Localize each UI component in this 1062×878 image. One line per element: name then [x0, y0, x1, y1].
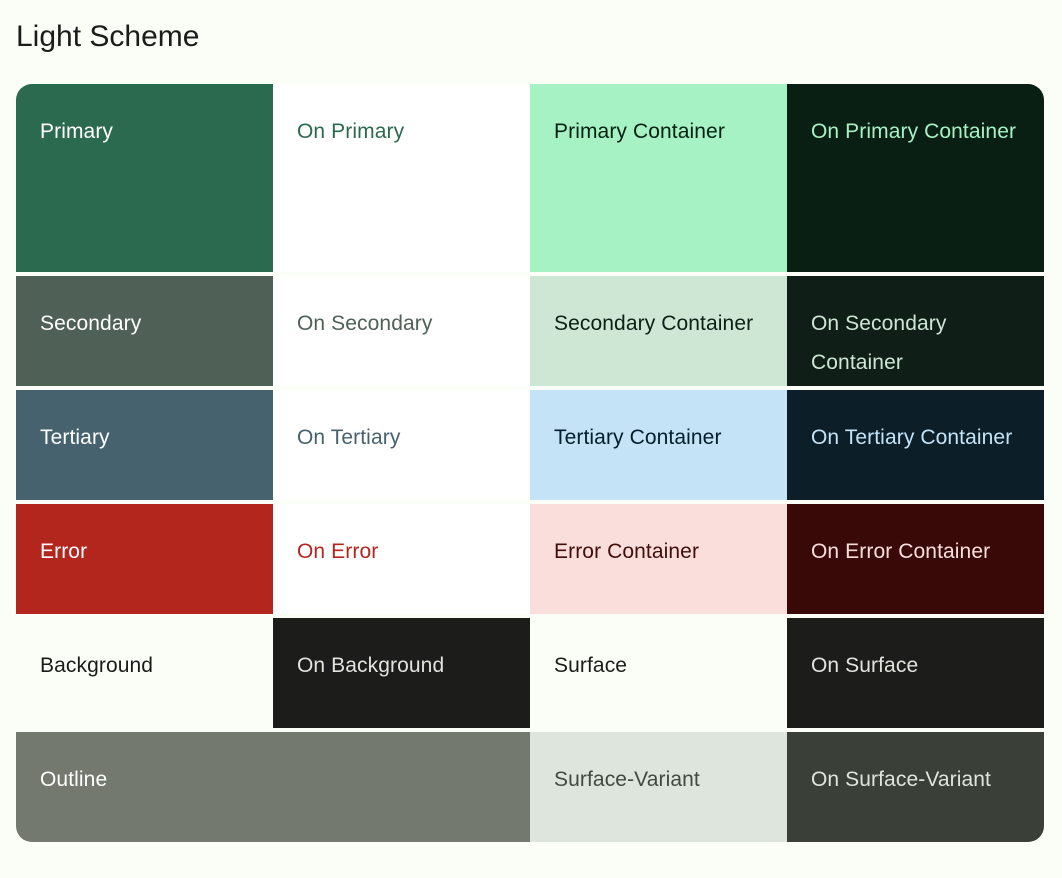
page-title: Light Scheme — [16, 20, 200, 53]
swatch-on-primary[interactable]: On Primary — [273, 84, 530, 272]
swatch-on-primary-container[interactable]: On Primary Container — [787, 84, 1044, 272]
swatch-outline[interactable]: Outline — [16, 732, 273, 842]
swatch-tertiary-container[interactable]: Tertiary Container — [530, 390, 787, 500]
swatch-label: On Secondary — [297, 312, 433, 335]
swatch-outline-blank[interactable] — [273, 732, 530, 842]
scheme-row-primary: Primary On Primary Primary Container On Pri… — [16, 84, 1046, 272]
swatch-surface[interactable]: Surface — [530, 618, 787, 728]
swatch-label: Surface — [554, 654, 628, 677]
swatch-label: Error — [40, 540, 88, 563]
color-scheme-grid: Primary On Primary Primary Container On Pri… — [16, 84, 1046, 842]
swatch-on-tertiary-container[interactable]: On Tertiary Container — [787, 390, 1044, 500]
swatch-on-error[interactable]: On Error — [273, 504, 530, 614]
swatch-label: On Surface-Variant — [811, 768, 991, 791]
swatch-on-surface-variant[interactable]: On Surface-Variant — [787, 732, 1044, 842]
swatch-label: Outline — [40, 768, 108, 791]
swatch-label: On Error — [297, 540, 379, 563]
swatch-label: On Surface — [811, 654, 919, 677]
swatch-label: Primary Container — [554, 120, 725, 143]
swatch-secondary[interactable]: Secondary — [16, 276, 273, 386]
swatch-label: On Error Container — [811, 540, 991, 563]
swatch-label: Background — [40, 654, 154, 677]
swatch-label: On Primary — [297, 120, 405, 143]
swatch-surface-variant[interactable]: Surface-Variant — [530, 732, 787, 842]
swatch-label: Error Container — [554, 540, 700, 563]
swatch-label: Primary — [40, 120, 114, 143]
scheme-row-outline: Outline Surface-Variant On Surface-Variant — [16, 732, 1046, 842]
swatch-label: On Primary Container — [811, 120, 1017, 143]
swatch-label: Tertiary Container — [554, 426, 722, 449]
swatch-primary-container[interactable]: Primary Container — [530, 84, 787, 272]
swatch-tertiary[interactable]: Tertiary — [16, 390, 273, 500]
swatch-label: Tertiary — [40, 426, 110, 449]
swatch-label: On Tertiary Container — [811, 426, 1013, 449]
swatch-label: Secondary — [40, 312, 142, 335]
swatch-primary[interactable]: Primary — [16, 84, 273, 272]
scheme-row-background: Background On Background Surface On Surface — [16, 618, 1046, 728]
swatch-label: On Background — [297, 654, 445, 677]
swatch-on-secondary[interactable]: On Secondary — [273, 276, 530, 386]
swatch-on-surface[interactable]: On Surface — [787, 618, 1044, 728]
swatch-on-tertiary[interactable]: On Tertiary — [273, 390, 530, 500]
swatch-error[interactable]: Error — [16, 504, 273, 614]
scheme-row-secondary: Secondary On Secondary Secondary Container… — [16, 276, 1046, 386]
swatch-on-error-container[interactable]: On Error Container — [787, 504, 1044, 614]
swatch-background[interactable]: Background — [16, 618, 273, 728]
swatch-label: On Secondary Container — [811, 312, 947, 374]
swatch-label: Secondary Container — [554, 312, 754, 335]
light-scheme-page: Light Scheme Primary On Primary Primary Co… — [0, 0, 1062, 878]
swatch-label: On Tertiary — [297, 426, 401, 449]
swatch-secondary-container[interactable]: Secondary Container — [530, 276, 787, 386]
swatch-error-container[interactable]: Error Container — [530, 504, 787, 614]
swatch-label: Surface-Variant — [554, 768, 700, 791]
scheme-row-tertiary: Tertiary On Tertiary Tertiary Container On … — [16, 390, 1046, 500]
scheme-row-error: Error On Error Error Container On Error Con… — [16, 504, 1046, 614]
swatch-on-secondary-container[interactable]: On Secondary Container — [787, 276, 1044, 386]
swatch-on-background[interactable]: On Background — [273, 618, 530, 728]
